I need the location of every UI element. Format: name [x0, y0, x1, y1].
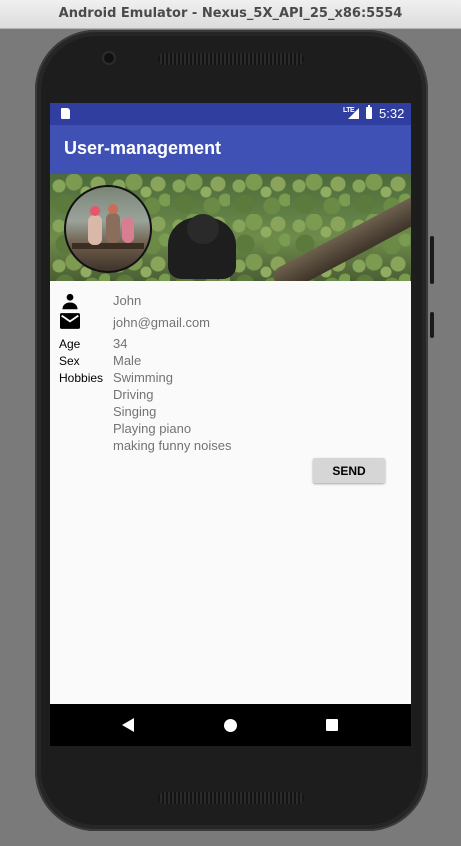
- top-speaker: [158, 53, 304, 65]
- device-screen: LTE 5:32 User-management John john@gmail…: [50, 103, 411, 746]
- sex-label: Sex: [59, 354, 80, 368]
- age-value: 34: [113, 336, 128, 351]
- profile-avatar[interactable]: [64, 185, 152, 273]
- battery-icon: [366, 105, 372, 119]
- hobby-item: Singing: [113, 404, 157, 419]
- banner-gorilla-head: [187, 214, 219, 244]
- hobby-item: Swimming: [113, 370, 173, 385]
- power-button[interactable]: [430, 312, 434, 338]
- volume-button[interactable]: [430, 236, 434, 284]
- avatar-child: [106, 204, 120, 243]
- status-time: 5:32: [379, 106, 405, 121]
- hobby-item: Driving: [113, 387, 154, 402]
- hobby-item: making funny noises: [113, 438, 232, 453]
- back-icon[interactable]: [122, 718, 134, 732]
- email-icon: [60, 313, 80, 329]
- avatar-child: [122, 217, 134, 243]
- age-label: Age: [59, 337, 81, 351]
- name-value: John: [113, 293, 142, 308]
- hobby-item: Playing piano: [113, 421, 192, 436]
- signal-icon: [348, 108, 359, 119]
- avatar-bench: [72, 243, 144, 249]
- recents-icon[interactable]: [326, 719, 338, 731]
- avatar-child: [88, 206, 102, 245]
- hobbies-label: Hobbies: [59, 371, 104, 385]
- sex-value: Male: [113, 353, 142, 368]
- header-banner-image: [50, 174, 411, 281]
- navigation-bar: [50, 704, 411, 746]
- email-value: john@gmail.com: [113, 315, 211, 330]
- sd-card-icon: [61, 108, 70, 119]
- status-bar: LTE 5:32: [50, 103, 411, 125]
- front-camera: [104, 53, 114, 63]
- app-bar: User-management: [50, 125, 411, 174]
- app-title: User-management: [64, 138, 222, 158]
- home-icon[interactable]: [224, 719, 237, 732]
- send-button[interactable]: SEND: [313, 458, 385, 483]
- bottom-speaker: [158, 792, 304, 804]
- emulator-window-title: Android Emulator - Nexus_5X_API_25_x86:5…: [0, 0, 461, 29]
- person-icon: [62, 293, 78, 310]
